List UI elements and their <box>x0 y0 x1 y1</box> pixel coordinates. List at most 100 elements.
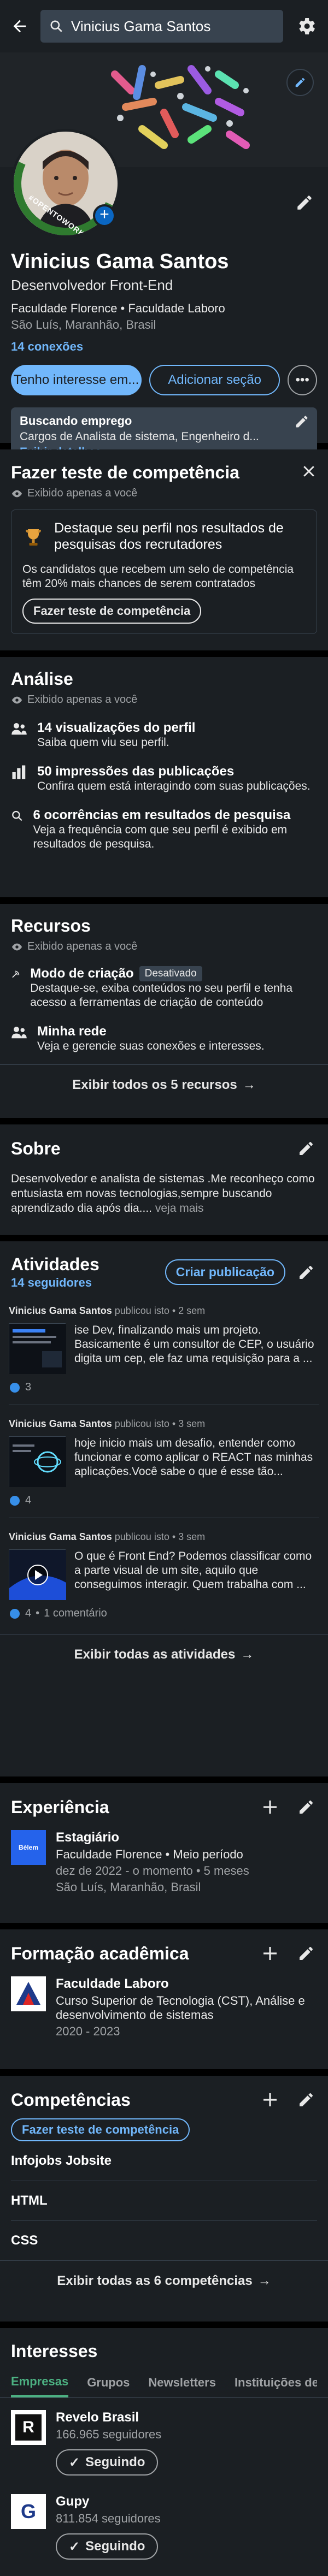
following-button[interactable]: ✓ Seguindo <box>56 2449 159 2476</box>
post-reaction-count: 4 <box>25 1494 32 1506</box>
company-followers: 166.965 seguidores <box>56 2427 162 2441</box>
skill-item[interactable]: HTML <box>11 2181 317 2220</box>
education-title: Formação acadêmica <box>11 1943 189 1963</box>
skill-item[interactable]: Infojobs Jobsite <box>11 2141 317 2181</box>
profile-location: São Luís, Maranhão, Brasil <box>11 318 156 331</box>
eye-icon <box>11 490 22 497</box>
add-experience-button[interactable] <box>259 1796 281 1818</box>
creator-mode-title: Modo de criação <box>30 966 134 981</box>
edit-education-button[interactable] <box>295 1943 317 1964</box>
edit-activity-button[interactable] <box>295 1262 317 1283</box>
close-icon[interactable] <box>301 463 317 482</box>
following-label: Seguindo <box>85 2539 145 2554</box>
post-meta: publicou isto • 3 sem <box>114 1531 206 1542</box>
edit-experience-button[interactable] <box>295 1796 317 1818</box>
post-meta: publicou isto • 2 sem <box>114 1305 206 1316</box>
analytics-sub-1: Confira quem está interagindo com suas p… <box>37 780 311 792</box>
add-skill-button[interactable] <box>259 2089 281 2111</box>
skill-test-button[interactable]: Fazer teste de competência <box>11 2118 190 2141</box>
add-section-button[interactable]: Adicionar seção <box>149 365 280 395</box>
trophy-icon <box>26 529 41 546</box>
education-degree: Curso Superior de Tecnologia (CST), Anál… <box>56 1994 305 2022</box>
tab-newsletters[interactable]: Newsletters <box>148 2376 216 2396</box>
arrow-right-icon: → <box>242 1077 256 1092</box>
analytics-item-views[interactable]: 14 visualizações do perfil Saiba quem vi… <box>11 720 317 750</box>
arrow-right-icon: → <box>257 2273 271 2288</box>
education-item[interactable]: Faculdade Laboro Curso Superior de Tecno… <box>11 1976 317 2039</box>
profile-page: Vinicius Gama Santos #OPENTOWORK + Vinic… <box>0 0 328 2576</box>
pencil-icon <box>297 196 312 210</box>
visibility-note: Exibido apenas a você <box>27 940 138 952</box>
visibility-note: Exibido apenas a você <box>27 694 138 706</box>
activity-post[interactable]: Vinicius Gama Santos publicou isto • 3 s… <box>0 1405 328 1507</box>
edit-about-button[interactable] <box>295 1138 317 1159</box>
show-all-activity-button[interactable]: Exibir todas as atividades → <box>0 1635 328 1675</box>
analytics-card: Análise Exibido apenas a você 14 visuali… <box>0 657 328 897</box>
tab-groups[interactable]: Grupos <box>87 2376 130 2396</box>
about-see-more-link[interactable]: veja mais <box>155 1202 204 1215</box>
create-post-button[interactable]: Criar publicação <box>165 1259 285 1285</box>
analytics-item-search[interactable]: 6 ocorrências em resultados de pesquisa … <box>11 808 317 851</box>
more-options-button[interactable]: ••• <box>288 365 317 395</box>
skill-test-title: Fazer teste de competência <box>11 463 239 482</box>
company-name: Gupy <box>56 2494 90 2509</box>
pencil-icon <box>300 1142 313 1155</box>
plus-icon <box>263 2093 277 2106</box>
edit-intro-button[interactable] <box>295 193 314 215</box>
gear-icon[interactable] <box>294 14 318 38</box>
like-reaction-icon <box>9 1607 21 1620</box>
skill-test-highlight: Destaque seu perfil nos resultados de pe… <box>54 520 284 552</box>
interest-button[interactable]: Tenho interesse em... <box>11 365 142 395</box>
creator-mode-item[interactable]: Modo de criação Desativado Destaque-se, … <box>11 966 317 1010</box>
add-education-button[interactable] <box>259 1943 281 1964</box>
activity-post[interactable]: Vinicius Gama Santos publicou isto • 2 s… <box>0 1290 328 1394</box>
search-input[interactable]: Vinicius Gama Santos <box>40 10 283 43</box>
company-logo: G <box>11 2494 46 2529</box>
profile-photo[interactable]: #OPENTOWORK + <box>11 129 120 238</box>
interests-card: Interesses Empresas Grupos Newsletters I… <box>0 2328 328 2576</box>
plus-icon <box>263 1801 277 1814</box>
resources-card: Recursos Exibido apenas a você Modo de c… <box>0 904 328 1118</box>
experience-role: Estagiário <box>56 1830 120 1845</box>
edit-open-to-work-button[interactable] <box>294 414 309 432</box>
check-icon: ✓ <box>69 2455 80 2470</box>
skill-test-card: Fazer teste de competência Exibido apena… <box>0 449 328 650</box>
post-author: Vinicius Gama Santos <box>9 1531 112 1542</box>
education-card: Formação acadêmica Faculdade Laboro Curs… <box>0 1929 328 2069</box>
company-item[interactable]: G Gupy 811.854 seguidores ✓ Seguindo <box>0 2476 328 2560</box>
post-text: O que é Front End? Podemos classificar c… <box>74 1550 312 1591</box>
add-photo-button[interactable]: + <box>93 204 116 227</box>
post-comment-count[interactable]: 1 comentário <box>44 1607 107 1620</box>
analytics-title: Análise <box>11 669 73 689</box>
about-title: Sobre <box>11 1138 61 1158</box>
take-skill-test-button[interactable]: Fazer teste de competência <box>22 599 202 624</box>
post-meta: publicou isto • 3 sem <box>114 1418 206 1429</box>
show-all-skills-button[interactable]: Exibir todas as 6 competências → <box>0 2261 328 2301</box>
analytics-item-impressions[interactable]: 50 impressões das publicações Confira qu… <box>11 764 317 793</box>
profile-name: Vinicius Gama Santos <box>11 250 229 273</box>
tab-companies[interactable]: Empresas <box>11 2374 69 2397</box>
check-icon: ✓ <box>69 2539 80 2554</box>
company-name: Revelo Brasil <box>56 2410 139 2425</box>
show-all-skills-label: Exibir todas as 6 competências <box>57 2273 253 2288</box>
edit-banner-button[interactable] <box>286 69 314 96</box>
analytics-title-2: 6 ocorrências em resultados de pesquisa <box>33 808 291 822</box>
profile-card: #OPENTOWORK + Vinicius Gama Santos Desen… <box>0 52 328 465</box>
tab-schools[interactable]: Instituições de ensino <box>235 2376 317 2396</box>
company-logo: Bélem <box>11 1830 46 1865</box>
following-label: Seguindo <box>85 2455 145 2470</box>
company-logo: R <box>11 2410 46 2445</box>
skill-item[interactable]: CSS <box>11 2221 317 2260</box>
my-network-item[interactable]: Minha rede Veja e gerencie suas conexões… <box>11 1024 317 1053</box>
edit-skills-button[interactable] <box>295 2089 317 2111</box>
following-button[interactable]: ✓ Seguindo <box>56 2533 159 2560</box>
show-all-resources-button[interactable]: Exibir todos os 5 recursos → <box>0 1065 328 1105</box>
show-all-activity-label: Exibir todas as atividades <box>74 1647 236 1662</box>
connections-link[interactable]: 14 conexões <box>11 340 317 354</box>
followers-count[interactable]: 14 seguidores <box>11 1276 99 1290</box>
experience-item[interactable]: Bélem Estagiário Faculdade Florence • Me… <box>11 1830 317 1894</box>
creator-mode-status-badge: Desativado <box>139 966 202 981</box>
company-item[interactable]: R Revelo Brasil 166.965 seguidores ✓ Seg… <box>0 2398 328 2476</box>
back-arrow-icon[interactable] <box>10 16 30 36</box>
activity-post[interactable]: Vinicius Gama Santos publicou isto • 3 s… <box>0 1518 328 1620</box>
